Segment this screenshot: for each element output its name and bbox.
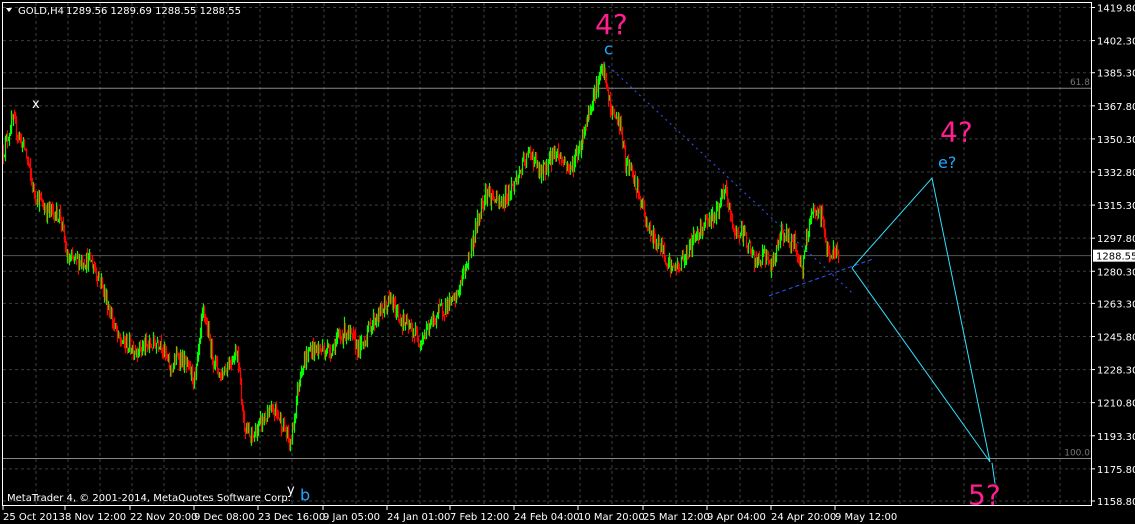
- y-tick-label: 1332.80: [1097, 168, 1135, 179]
- y-tick-label: 1402.30: [1097, 37, 1135, 48]
- time-axis[interactable]: 25 Oct 2013 8 Nov 12:00 22 Nov 20:009 Dec …: [2, 506, 897, 523]
- x-tick-label: 23 Dec 16:00: [258, 512, 325, 523]
- x-tick-label: 9 Apr 04:00: [707, 512, 766, 523]
- x-tick-label: 10 Mar 20:00: [578, 512, 645, 523]
- fib-levels: 61.8 100.0: [3, 78, 1091, 459]
- y-tick-label: 1350.30: [1097, 135, 1135, 146]
- y-tick-label: 1245.80: [1097, 333, 1135, 344]
- wave-label: b: [300, 486, 310, 505]
- y-tick-label: 1228.30: [1097, 366, 1135, 377]
- x-tick-label: 24 Feb 04:00: [514, 512, 580, 523]
- chart-frame: [2, 2, 1092, 506]
- grid: [3, 3, 1091, 505]
- y-tick-label: 1367.80: [1097, 102, 1135, 113]
- wave-label: c: [604, 39, 613, 58]
- y-tick-label: 1210.80: [1097, 399, 1135, 410]
- fib-level-label: 100.0: [1064, 448, 1090, 458]
- dropdown-triangle-icon[interactable]: [6, 8, 12, 12]
- symbol-label: GOLD,H4: [18, 6, 64, 17]
- y-tick-label: 1385.30: [1097, 69, 1135, 80]
- x-tick-label: 9 Jan 05:00: [323, 512, 380, 523]
- y-tick-label: 1315.30: [1097, 201, 1135, 212]
- y-tick-label: 1193.30: [1097, 432, 1135, 443]
- drawn-objects: [603, 61, 996, 484]
- wave-label: x: [32, 97, 40, 112]
- wave-label: 4?: [940, 116, 973, 149]
- x-tick-label: 25 Oct 2013: [3, 512, 65, 523]
- upper-trendline: [603, 61, 853, 294]
- x-tick-label: 9 May 12:00: [835, 512, 897, 523]
- x-tick-label: 9 Dec 08:00: [194, 512, 255, 523]
- y-tick-label: 1280.30: [1097, 267, 1135, 278]
- wave-label: 5?: [968, 479, 1001, 512]
- x-tick-label: 24 Jan 01:00: [387, 512, 450, 523]
- y-tick-label: 1158.80: [1097, 497, 1135, 508]
- price-chart[interactable]: 61.8100.0 x4?c4?e?y b 5? 1419.801402.30138…: [0, 0, 1135, 524]
- candles: [2, 61, 840, 452]
- x-tick-label: 7 Feb 12:00: [450, 512, 509, 523]
- y-tick-label: 1175.80: [1097, 465, 1135, 476]
- header: GOLD,H4 1289.56 1289.69 1288.55 1288.55: [6, 6, 241, 17]
- y-tick-label: 1263.30: [1097, 299, 1135, 310]
- price-axis[interactable]: 1419.80 1402.30 1385.30 1367.80 1350.30 1332.…: [1092, 4, 1135, 509]
- y-tick-label: 1419.80: [1097, 4, 1135, 15]
- ohlc-values: 1289.56 1289.69 1288.55 1288.55: [66, 6, 241, 17]
- x-tick-label: 25 Mar 12:00: [643, 512, 710, 523]
- wave-projection-line: [851, 176, 991, 463]
- wave-label: 4?: [595, 8, 628, 41]
- y-tick-label: 1297.80: [1097, 234, 1135, 245]
- wave-label: e?: [938, 153, 956, 172]
- x-tick-label: 24 Apr 20:00: [771, 512, 836, 523]
- x-tick-label: 8 Nov 12:00: [65, 512, 126, 523]
- x-tick-label: 22 Nov 20:00: [130, 512, 197, 523]
- current-price-label: 1288.55: [1096, 252, 1135, 263]
- lower-trendline: [768, 258, 874, 297]
- fib-level-label: 61.8: [1070, 78, 1090, 88]
- copyright-text: MetaTrader 4, © 2001-2014, MetaQuotes So…: [7, 493, 291, 504]
